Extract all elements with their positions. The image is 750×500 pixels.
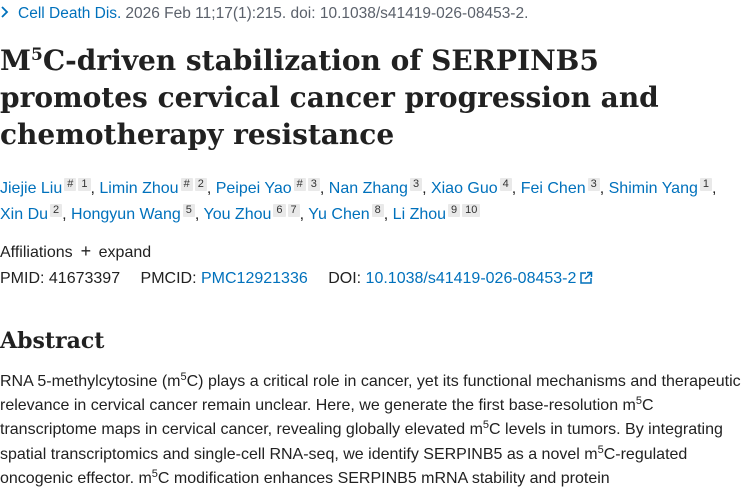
- doi-link[interactable]: 10.1038/s41419-026-08453-2: [366, 270, 577, 287]
- chevron-right-icon[interactable]: [0, 4, 14, 24]
- affiliations-label: Affiliations: [0, 244, 73, 261]
- affiliations-toggle[interactable]: Affiliations + expand: [0, 240, 151, 262]
- affiliation-superscript[interactable]: 6: [273, 204, 286, 217]
- author-separator: ,: [511, 180, 521, 197]
- author-item: Li Zhou 9 10: [393, 204, 481, 223]
- author-separator: ,: [299, 206, 309, 223]
- author-item: Fei Chen 3: [521, 178, 600, 197]
- author-item: Peipei Yao #3: [216, 178, 320, 197]
- expand-label[interactable]: expand: [99, 244, 152, 261]
- affiliation-superscript[interactable]: 7: [287, 204, 300, 217]
- author-item: Shimin Yang 1: [609, 178, 712, 197]
- pmcid-link[interactable]: PMC12921336: [201, 270, 308, 287]
- affiliation-superscript[interactable]: 9: [448, 204, 461, 217]
- doi-label: DOI:: [328, 270, 362, 287]
- abstract-text: RNA 5-methylcytosine (m5C) plays a criti…: [0, 371, 741, 487]
- affiliation-superscript[interactable]: 1: [699, 178, 712, 191]
- affiliation-superscript[interactable]: 2: [50, 204, 63, 217]
- author-item: Nan Zhang 3: [329, 178, 423, 197]
- pmcid-label: PMCID:: [140, 270, 197, 287]
- page-title: M5C-driven stabilization of SERPINB5 pro…: [0, 42, 740, 153]
- affiliation-superscript[interactable]: 3: [409, 178, 423, 191]
- citation-line: Cell Death Dis. 2026 Feb 11;17(1):215. do…: [0, 4, 528, 24]
- journal-link[interactable]: Cell Death Dis.: [18, 5, 121, 22]
- author-item: Xin Du 2: [0, 204, 63, 223]
- affiliation-superscript[interactable]: 5: [182, 204, 195, 217]
- author-link[interactable]: You Zhou: [203, 206, 271, 223]
- author-link[interactable]: Peipei Yao: [216, 180, 292, 197]
- abstract-heading: Abstract: [0, 328, 105, 354]
- author-link[interactable]: Xiao Guo: [431, 180, 498, 197]
- title-part1: M: [0, 44, 31, 77]
- author-list: Jiejie Liu #1, Limin Zhou #2, Peipei Yao #3…: [0, 176, 745, 228]
- affiliation-superscript[interactable]: 1: [78, 178, 91, 191]
- pmid-value: 41673397: [48, 270, 121, 287]
- affiliation-superscript[interactable]: 8: [371, 204, 384, 217]
- author-link[interactable]: Fei Chen: [521, 180, 586, 197]
- citation-details: 2026 Feb 11;17(1):215. doi: 10.1038/s414…: [125, 5, 529, 22]
- author-link[interactable]: Limin Zhou: [99, 180, 178, 197]
- author-item: You Zhou 6 7: [203, 204, 300, 223]
- author-separator: ,: [422, 180, 431, 197]
- author-link[interactable]: Li Zhou: [393, 206, 446, 223]
- pmid-label: PMID:: [0, 270, 45, 287]
- author-item: Hongyun Wang 5: [71, 204, 195, 223]
- author-item: Jiejie Liu #1: [0, 178, 91, 197]
- affiliation-superscript[interactable]: 3: [587, 178, 600, 191]
- external-link-icon[interactable]: [579, 271, 593, 285]
- affiliation-superscript[interactable]: 3: [307, 178, 320, 191]
- author-link[interactable]: Yu Chen: [308, 206, 369, 223]
- affiliation-superscript[interactable]: 4: [499, 178, 512, 191]
- author-item: Yu Chen 8: [308, 204, 384, 223]
- author-separator: ,: [319, 180, 329, 197]
- title-superscript: 5: [31, 45, 43, 65]
- author-link[interactable]: Hongyun Wang: [71, 206, 181, 223]
- author-item: Xiao Guo 4: [431, 178, 512, 197]
- affiliation-superscript[interactable]: 2: [194, 178, 207, 191]
- author-link[interactable]: Jiejie Liu: [0, 180, 62, 197]
- affiliation-superscript: #: [180, 178, 193, 191]
- author-item: Limin Zhou #2: [99, 178, 207, 197]
- author-link[interactable]: Xin Du: [0, 206, 48, 223]
- author-separator: ,: [712, 180, 717, 197]
- author-link[interactable]: Shimin Yang: [609, 180, 698, 197]
- affiliation-superscript: #: [293, 178, 306, 191]
- title-part2: C-driven stabilization of SERPINB5 promo…: [0, 44, 659, 151]
- author-separator: ,: [62, 206, 72, 223]
- plus-icon: +: [80, 241, 92, 261]
- author-separator: ,: [383, 206, 393, 223]
- identifier-row: PMID: 41673397 PMCID: PMC12921336 DOI: 1…: [0, 268, 593, 290]
- affiliation-superscript: #: [64, 178, 77, 191]
- author-link[interactable]: Nan Zhang: [329, 180, 408, 197]
- author-separator: ,: [206, 180, 216, 197]
- author-separator: ,: [599, 180, 609, 197]
- affiliation-superscript[interactable]: 10: [462, 204, 481, 217]
